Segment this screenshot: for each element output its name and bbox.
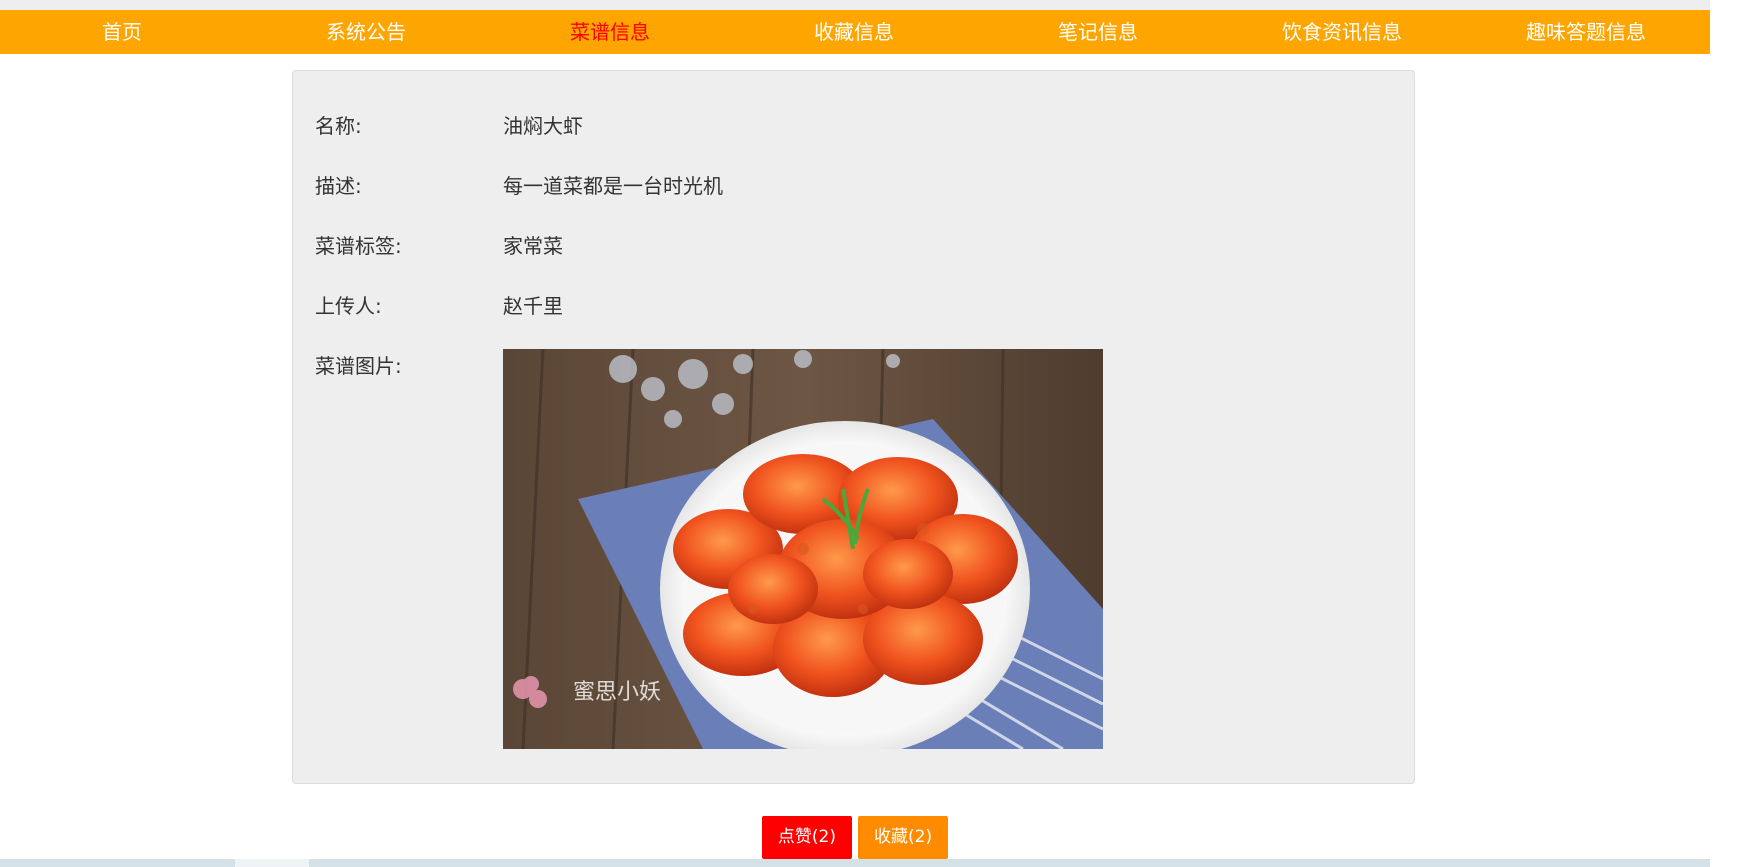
right-gutter xyxy=(1710,0,1761,867)
nav-item-home[interactable]: 首页 xyxy=(0,10,244,54)
recipe-image-label: 菜谱图片: xyxy=(315,353,402,378)
recipe-uploader-label: 上传人: xyxy=(315,293,382,318)
top-strip xyxy=(0,0,1710,10)
recipe-name-value: 油焖大虾 xyxy=(503,113,583,138)
recipe-tag-row: 菜谱标签: 家常菜 xyxy=(315,230,563,258)
nav-item-diet-news[interactable]: 饮食资讯信息 xyxy=(1220,10,1464,54)
nav-item-quiz[interactable]: 趣味答题信息 xyxy=(1464,10,1708,54)
recipe-image: 蜜思小妖 xyxy=(503,349,1103,749)
recipe-desc-value: 每一道菜都是一台时光机 xyxy=(503,173,723,198)
recipe-tag-value: 家常菜 xyxy=(503,233,563,258)
recipe-name-label: 名称: xyxy=(315,113,362,138)
recipe-desc-label: 描述: xyxy=(315,173,362,198)
nav-item-announcements[interactable]: 系统公告 xyxy=(244,10,488,54)
favorite-button[interactable]: 收藏(2) xyxy=(858,816,949,859)
recipe-uploader-row: 上传人: 赵千里 xyxy=(315,290,563,318)
recipe-name-row: 名称: 油焖大虾 xyxy=(315,110,583,138)
image-watermark: 蜜思小妖 xyxy=(573,680,661,705)
recipe-detail-panel: 名称: 油焖大虾 描述: 每一道菜都是一台时光机 菜谱标签: 家常菜 上传人: … xyxy=(292,70,1415,784)
nav-item-favorites[interactable]: 收藏信息 xyxy=(732,10,976,54)
scrollbar-thumb[interactable] xyxy=(235,859,309,867)
like-button[interactable]: 点赞(2) xyxy=(761,816,852,859)
recipe-desc-row: 描述: 每一道菜都是一台时光机 xyxy=(315,170,723,198)
recipe-tag-label: 菜谱标签: xyxy=(315,233,402,258)
nav-item-recipes[interactable]: 菜谱信息 xyxy=(488,10,732,54)
nav-item-notes[interactable]: 笔记信息 xyxy=(976,10,1220,54)
recipe-uploader-value: 赵千里 xyxy=(503,293,563,318)
top-navbar: 首页 系统公告 菜谱信息 收藏信息 笔记信息 饮食资讯信息 趣味答题信息 xyxy=(0,10,1710,54)
braised-shrimp-photo: 蜜思小妖 xyxy=(503,349,1103,749)
action-buttons: 点赞(2) 收藏(2) xyxy=(0,816,1710,859)
recipe-image-row: 菜谱图片: xyxy=(315,350,503,378)
